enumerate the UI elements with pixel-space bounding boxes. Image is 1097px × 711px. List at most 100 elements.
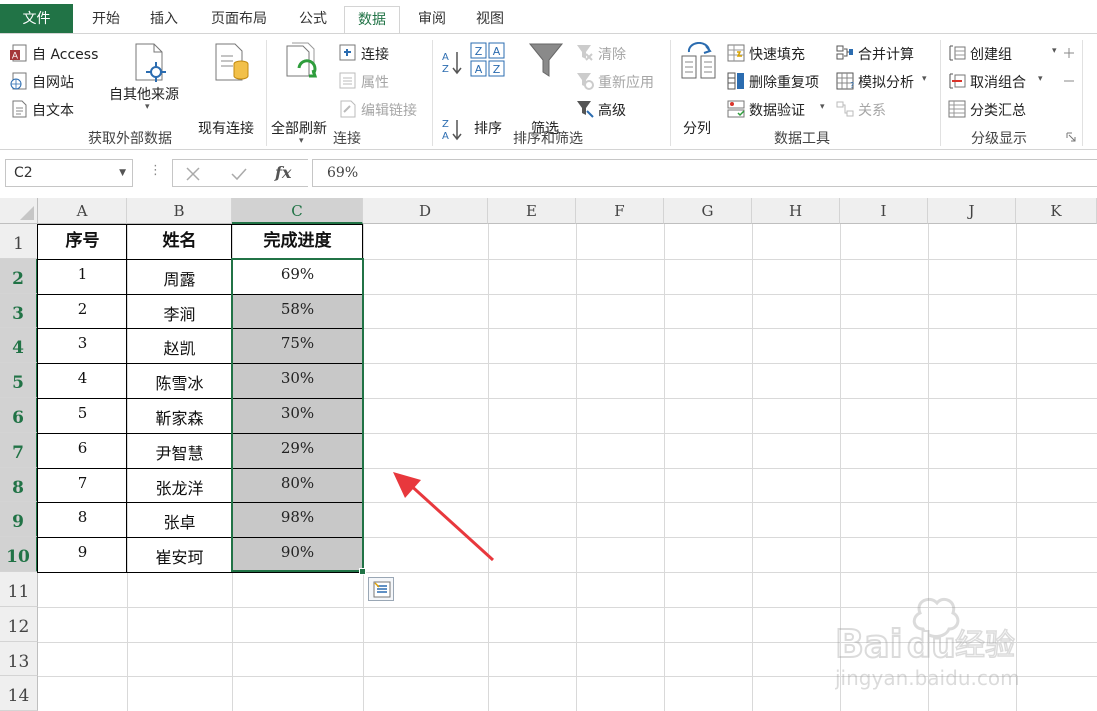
text-to-columns-label: 分列	[683, 121, 711, 137]
svg-text:Bai: Bai	[835, 622, 903, 666]
group-label-get-external: 获取外部数据	[88, 131, 172, 147]
annotation-arrow-icon	[393, 472, 495, 562]
hide-detail-icon[interactable]	[1062, 74, 1076, 88]
column-header-f[interactable]: F	[576, 198, 664, 224]
tab-file[interactable]: 文件	[0, 4, 73, 34]
svg-text:A: A	[12, 52, 19, 62]
cell-name[interactable]: 张龙洋	[127, 468, 232, 503]
row-header-7[interactable]: 7	[0, 432, 38, 468]
row-header-13[interactable]: 13	[0, 641, 38, 677]
column-header-e[interactable]: E	[488, 198, 576, 224]
row-header-14[interactable]: 14	[0, 676, 38, 711]
cell-progress[interactable]: 30%	[232, 398, 363, 433]
cell-progress[interactable]: 69%	[232, 259, 363, 294]
more-options-icon[interactable]: ⋮	[149, 163, 162, 178]
group-label-data-tools: 数据工具	[774, 131, 830, 147]
column-header-i[interactable]: I	[840, 198, 928, 224]
table-border	[37, 572, 363, 573]
cell-name[interactable]: 陈雪冰	[127, 363, 232, 398]
row-header-4[interactable]: 4	[0, 328, 38, 364]
row-header-12[interactable]: 12	[0, 606, 38, 642]
select-all-button[interactable]	[0, 198, 38, 224]
column-header-k[interactable]: K	[1016, 198, 1097, 224]
column-header-g[interactable]: G	[664, 198, 752, 224]
row-header-1[interactable]: 1	[0, 224, 38, 259]
cell-name[interactable]: 赵凯	[127, 328, 232, 363]
name-box[interactable]: C2 ▼	[5, 159, 133, 187]
edit-links-icon	[340, 100, 356, 118]
formula-value: 69%	[327, 165, 359, 181]
column-header-d[interactable]: D	[363, 198, 488, 224]
dialog-launcher-icon[interactable]	[1066, 132, 1076, 142]
row-header-9[interactable]: 9	[0, 502, 38, 538]
fill-handle[interactable]	[359, 568, 366, 575]
row-header-8[interactable]: 8	[0, 467, 38, 503]
group-label-outline: 分级显示	[971, 131, 1027, 147]
flash-fill-icon	[727, 44, 745, 62]
tab-view[interactable]: 视图	[464, 6, 516, 34]
tab-formulas[interactable]: 公式	[288, 6, 338, 34]
header-cell-index[interactable]: 序号	[38, 224, 127, 258]
row-header-3[interactable]: 3	[0, 293, 38, 329]
cell-name[interactable]: 靳家森	[127, 398, 232, 433]
sort-descending-icon: ZA	[442, 119, 462, 142]
cell-progress[interactable]: 75%	[232, 328, 363, 364]
column-header-b[interactable]: B	[127, 198, 232, 224]
cell-index[interactable]: 4	[38, 363, 127, 398]
confirm-icon[interactable]	[230, 166, 248, 182]
row-header-2[interactable]: 2	[0, 258, 38, 294]
header-cell-progress[interactable]: 完成进度	[232, 224, 363, 258]
cell-index[interactable]: 1	[38, 259, 127, 294]
cell-index[interactable]: 9	[38, 537, 127, 572]
cell-progress[interactable]: 98%	[232, 502, 363, 538]
cell-name[interactable]: 尹智慧	[127, 433, 232, 468]
ribbon-tab-bar: 文件 开始 插入 页面布局 公式 数据 审阅 视图	[0, 0, 1097, 35]
tab-page-layout[interactable]: 页面布局	[200, 6, 278, 34]
filter-funnel-icon	[528, 43, 564, 77]
cell-progress[interactable]: 80%	[232, 467, 363, 503]
cell-index[interactable]: 2	[38, 294, 127, 329]
advanced-filter-icon	[577, 101, 594, 118]
cell-index[interactable]: 5	[38, 398, 127, 433]
tab-data[interactable]: 数据	[344, 6, 400, 35]
cell-progress[interactable]: 58%	[232, 293, 363, 329]
table-border	[37, 363, 363, 365]
cell-name[interactable]: 张卓	[127, 502, 232, 537]
cell-index[interactable]: 8	[38, 502, 127, 537]
cancel-icon[interactable]	[185, 166, 201, 182]
column-header-h[interactable]: H	[752, 198, 840, 224]
tab-insert[interactable]: 插入	[138, 6, 190, 34]
other-sources-label: 自其他来源	[109, 87, 179, 103]
tab-review[interactable]: 审阅	[406, 6, 458, 34]
cell-index[interactable]: 3	[38, 328, 127, 363]
cell-index[interactable]: 7	[38, 468, 127, 503]
row-header-10[interactable]: 10	[0, 537, 38, 572]
column-header-a[interactable]: A	[38, 198, 127, 224]
chevron-down-icon[interactable]: ▼	[119, 160, 126, 186]
cell-progress[interactable]: 29%	[232, 432, 363, 468]
cell-progress[interactable]: 30%	[232, 363, 363, 398]
svg-text:Z: Z	[442, 64, 449, 75]
cell-progress[interactable]: 90%	[232, 537, 363, 572]
row-header-5[interactable]: 5	[0, 363, 38, 398]
svg-text:Z: Z	[475, 45, 483, 58]
cell-name[interactable]: 崔安珂	[127, 537, 232, 572]
header-cell-name[interactable]: 姓名	[127, 224, 232, 258]
column-header-c[interactable]: C	[232, 198, 363, 224]
show-detail-icon[interactable]	[1062, 46, 1076, 60]
row-header-11[interactable]: 11	[0, 572, 38, 607]
other-sources-icon	[135, 43, 166, 82]
formula-input[interactable]: 69%	[312, 159, 1097, 187]
cell-name[interactable]: 周露	[127, 259, 232, 294]
web-label: 自网站	[32, 75, 74, 91]
properties-icon	[339, 72, 356, 89]
worksheet-grid[interactable]: A B C D E F G H I J K 1 2 3 4 5 6 7 8 9 10 11 12 13 1…	[0, 198, 1097, 711]
tab-home[interactable]: 开始	[80, 6, 132, 34]
cell-index[interactable]: 6	[38, 433, 127, 468]
cell-name[interactable]: 李涧	[127, 294, 232, 329]
row-header-6[interactable]: 6	[0, 398, 38, 433]
table-border	[37, 293, 363, 295]
insert-function-icon[interactable]: fx	[275, 163, 291, 182]
column-header-j[interactable]: J	[928, 198, 1016, 224]
quick-analysis-button[interactable]	[368, 577, 394, 601]
